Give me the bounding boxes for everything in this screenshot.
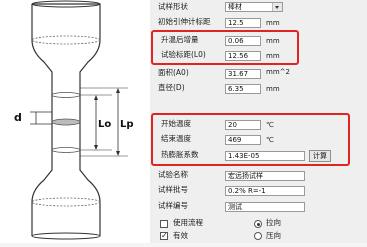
- diameter-unit: mm: [266, 85, 280, 93]
- diameter-input[interactable]: 6.35: [225, 84, 261, 94]
- batch-input[interactable]: 0.2% R=-1: [225, 186, 305, 196]
- gauge-length-input[interactable]: 12.56: [225, 51, 261, 61]
- area-unit: mm^2: [266, 68, 290, 76]
- valid-label: 有效: [173, 231, 188, 240]
- area-input[interactable]: 31.67: [225, 69, 261, 79]
- gauge-length-label: 试验标距(L0): [161, 50, 206, 59]
- initial-gauge-label: 初始引伸计标距: [158, 17, 211, 26]
- initial-gauge-unit: mm: [266, 19, 280, 27]
- lo-label: Lo: [98, 119, 111, 130]
- start-temp-input[interactable]: 20: [225, 120, 261, 130]
- tension-radio[interactable]: [254, 220, 262, 228]
- compression-radio[interactable]: [254, 232, 262, 240]
- use-flow-label: 使用流程: [173, 218, 203, 227]
- tension-label: 拉向: [266, 218, 281, 227]
- gain-label: 升温后增量: [161, 35, 199, 44]
- batch-label: 试样批号: [158, 185, 188, 194]
- use-flow-checkbox[interactable]: [160, 220, 168, 228]
- initial-gauge-input[interactable]: 12.5: [225, 18, 261, 28]
- shape-value: 棒材: [228, 3, 242, 11]
- calculate-button[interactable]: 计算: [309, 150, 331, 162]
- test-name-label: 试验名称: [158, 170, 188, 179]
- d-label: d: [14, 111, 22, 124]
- gauge-length-unit: mm: [266, 52, 280, 60]
- gain-unit: mm: [266, 37, 280, 45]
- gain-input[interactable]: 0.06: [225, 36, 261, 46]
- chevron-down-icon[interactable]: [272, 3, 282, 11]
- test-name-input[interactable]: 宏远扬试样: [225, 171, 305, 181]
- lp-label: Lp: [120, 119, 134, 130]
- compression-label: 压向: [266, 231, 281, 240]
- specimen-diagram-pane: d Lo Lp: [0, 0, 150, 243]
- expansion-label: 热膨胀系数: [161, 150, 199, 159]
- sample-no-input[interactable]: 测试: [225, 202, 305, 212]
- valid-checkbox[interactable]: [160, 231, 168, 240]
- end-temp-label: 结束温度: [161, 134, 191, 143]
- shape-select[interactable]: 棒材: [225, 2, 283, 12]
- diameter-label: 直径(D): [158, 83, 185, 92]
- start-temp-label: 开始温度: [161, 119, 191, 128]
- end-temp-input[interactable]: 469: [225, 135, 261, 145]
- area-label: 面积(A0): [158, 68, 189, 77]
- expansion-input[interactable]: 1.43E-05: [225, 151, 305, 161]
- shape-label: 试样形状: [158, 2, 188, 11]
- end-temp-unit: ℃: [266, 136, 274, 144]
- sample-no-label: 试样编号: [158, 201, 188, 210]
- start-temp-unit: ℃: [266, 121, 274, 129]
- tensile-specimen-diagram: d Lo Lp: [14, 0, 134, 240]
